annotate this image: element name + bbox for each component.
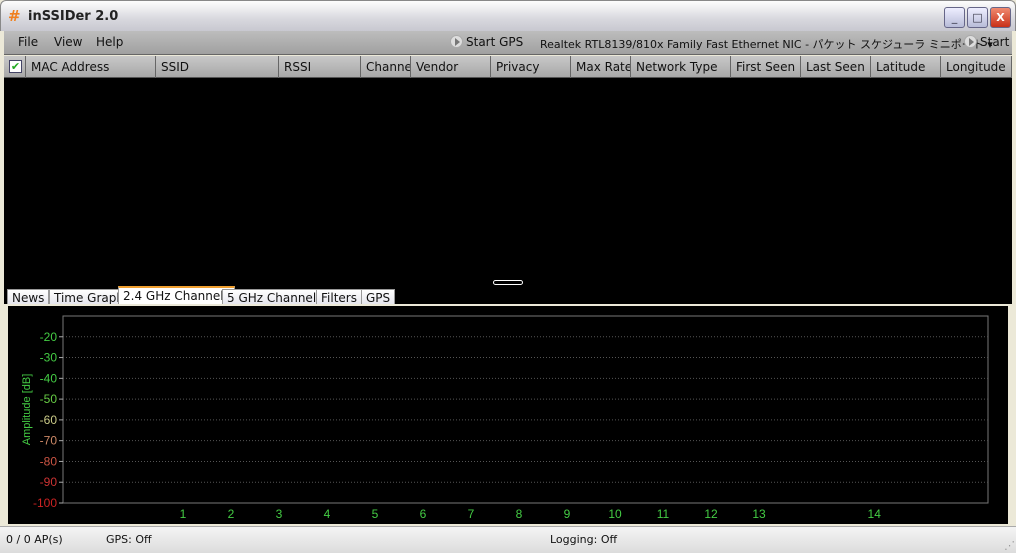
- y-tick-label: -60: [40, 413, 58, 427]
- column-ssid[interactable]: SSID: [156, 56, 279, 78]
- x-tick-label: 7: [468, 507, 475, 521]
- menu-bar: File View Help Start GPS Realtek RTL8139…: [4, 31, 1012, 55]
- adapter-dropdown[interactable]: Realtek RTL8139/810x Family Fast Etherne…: [540, 36, 993, 52]
- x-tick-label: 13: [752, 507, 766, 521]
- column-max-rate[interactable]: Max Rate: [571, 56, 631, 78]
- adapter-label: Realtek RTL8139/810x Family Fast Etherne…: [540, 38, 984, 51]
- column-privacy[interactable]: Privacy: [491, 56, 571, 78]
- x-tick-label: 5: [372, 507, 379, 521]
- close-button[interactable]: X: [990, 7, 1011, 28]
- x-tick-label: 4: [324, 507, 331, 521]
- y-axis-label: Amplitude [dB]: [21, 374, 33, 446]
- column-mac-address[interactable]: MAC Address: [26, 56, 156, 78]
- logging-status: Logging: Off: [550, 533, 618, 546]
- y-tick-label: -90: [40, 475, 58, 489]
- plot-frame: [62, 315, 989, 504]
- x-tick-label: 1: [180, 507, 187, 521]
- minimize-button[interactable]: _: [944, 7, 965, 28]
- menu-view[interactable]: View: [54, 35, 82, 49]
- column-latitude[interactable]: Latitude: [871, 56, 941, 78]
- tab-gps[interactable]: GPS: [361, 289, 396, 305]
- resize-grip-icon[interactable]: ⋰: [1004, 539, 1015, 552]
- tab-5-ghz-channels[interactable]: 5 GHz Channels: [222, 289, 328, 305]
- checkbox-checked-icon[interactable]: ✔: [9, 60, 22, 73]
- column-rssi[interactable]: RSSI: [279, 56, 361, 78]
- x-tick-label: 2: [228, 507, 235, 521]
- ap-count: 0 / 0 AP(s): [6, 533, 63, 546]
- tab-news[interactable]: News: [7, 289, 50, 305]
- y-tick-label: -70: [40, 434, 58, 448]
- channels-panel: -20 -30 -40 -50 -60 -70 -80 -90 -100 1 2 3 4 5 6 7 8 9 10 1…: [4, 304, 1012, 526]
- play-icon: [450, 35, 463, 48]
- x-tick-label: 9: [564, 507, 571, 521]
- column-channel[interactable]: Channel: [361, 56, 411, 78]
- tab-2-4-ghz-channels[interactable]: 2.4 GHz Channels: [118, 286, 235, 305]
- network-list[interactable]: [4, 78, 1012, 286]
- column-network-type[interactable]: Network Type: [631, 56, 731, 78]
- x-tick-label: 11: [657, 507, 670, 521]
- x-tick-label: 6: [420, 507, 427, 521]
- title-bar: # inSSIDer 2.0 _ □ X: [0, 0, 1016, 31]
- start-label: Start: [980, 35, 1010, 49]
- y-tick-label: -100: [33, 496, 57, 510]
- y-tick-label: -50: [40, 392, 58, 406]
- x-tick-label: 3: [276, 507, 283, 521]
- tab-strip: News Time Graph 2.4 GHz Channels 5 GHz C…: [4, 286, 1012, 305]
- start-gps-button[interactable]: Start GPS: [450, 35, 523, 49]
- menu-help[interactable]: Help: [96, 35, 123, 49]
- app-hash-icon: #: [8, 7, 21, 25]
- channel-chart: -20-30-40-50-60-70-80-90-1001 2 3 4 5 6 7 8 9 10 1…: [8, 306, 1008, 524]
- column-vendor[interactable]: Vendor: [411, 56, 491, 78]
- start-button[interactable]: Start: [964, 35, 1009, 49]
- start-gps-label: Start GPS: [466, 35, 524, 49]
- table-header: ✔ MAC Address SSID RSSI Channel Vendor P…: [4, 56, 1012, 78]
- x-tick-label: 10: [608, 507, 622, 521]
- play-icon: [964, 35, 977, 48]
- column-longitude[interactable]: Longitude: [941, 56, 1012, 78]
- x-tick-label: 8: [516, 507, 523, 521]
- y-tick-label: -20: [40, 330, 58, 344]
- select-all-column[interactable]: ✔: [4, 56, 26, 78]
- splitter-handle[interactable]: [493, 280, 523, 285]
- tab-time-graph[interactable]: Time Graph: [49, 289, 129, 305]
- window-title: inSSIDer 2.0: [28, 9, 119, 24]
- gps-status: GPS: Off: [106, 533, 152, 546]
- status-bar: 0 / 0 AP(s) GPS: Off Logging: Off ⋰: [0, 526, 1016, 553]
- y-tick-label: -80: [40, 454, 58, 468]
- x-tick-label: 14: [868, 507, 882, 521]
- maximize-button[interactable]: □: [967, 7, 988, 28]
- column-first-seen[interactable]: First Seen: [731, 56, 801, 78]
- menu-file[interactable]: File: [18, 35, 38, 49]
- y-tick-label: -30: [40, 351, 58, 365]
- column-last-seen[interactable]: Last Seen: [801, 56, 871, 78]
- tab-filters[interactable]: Filters: [316, 289, 362, 305]
- y-tick-label: -40: [40, 371, 58, 385]
- x-tick-label: 12: [704, 507, 718, 521]
